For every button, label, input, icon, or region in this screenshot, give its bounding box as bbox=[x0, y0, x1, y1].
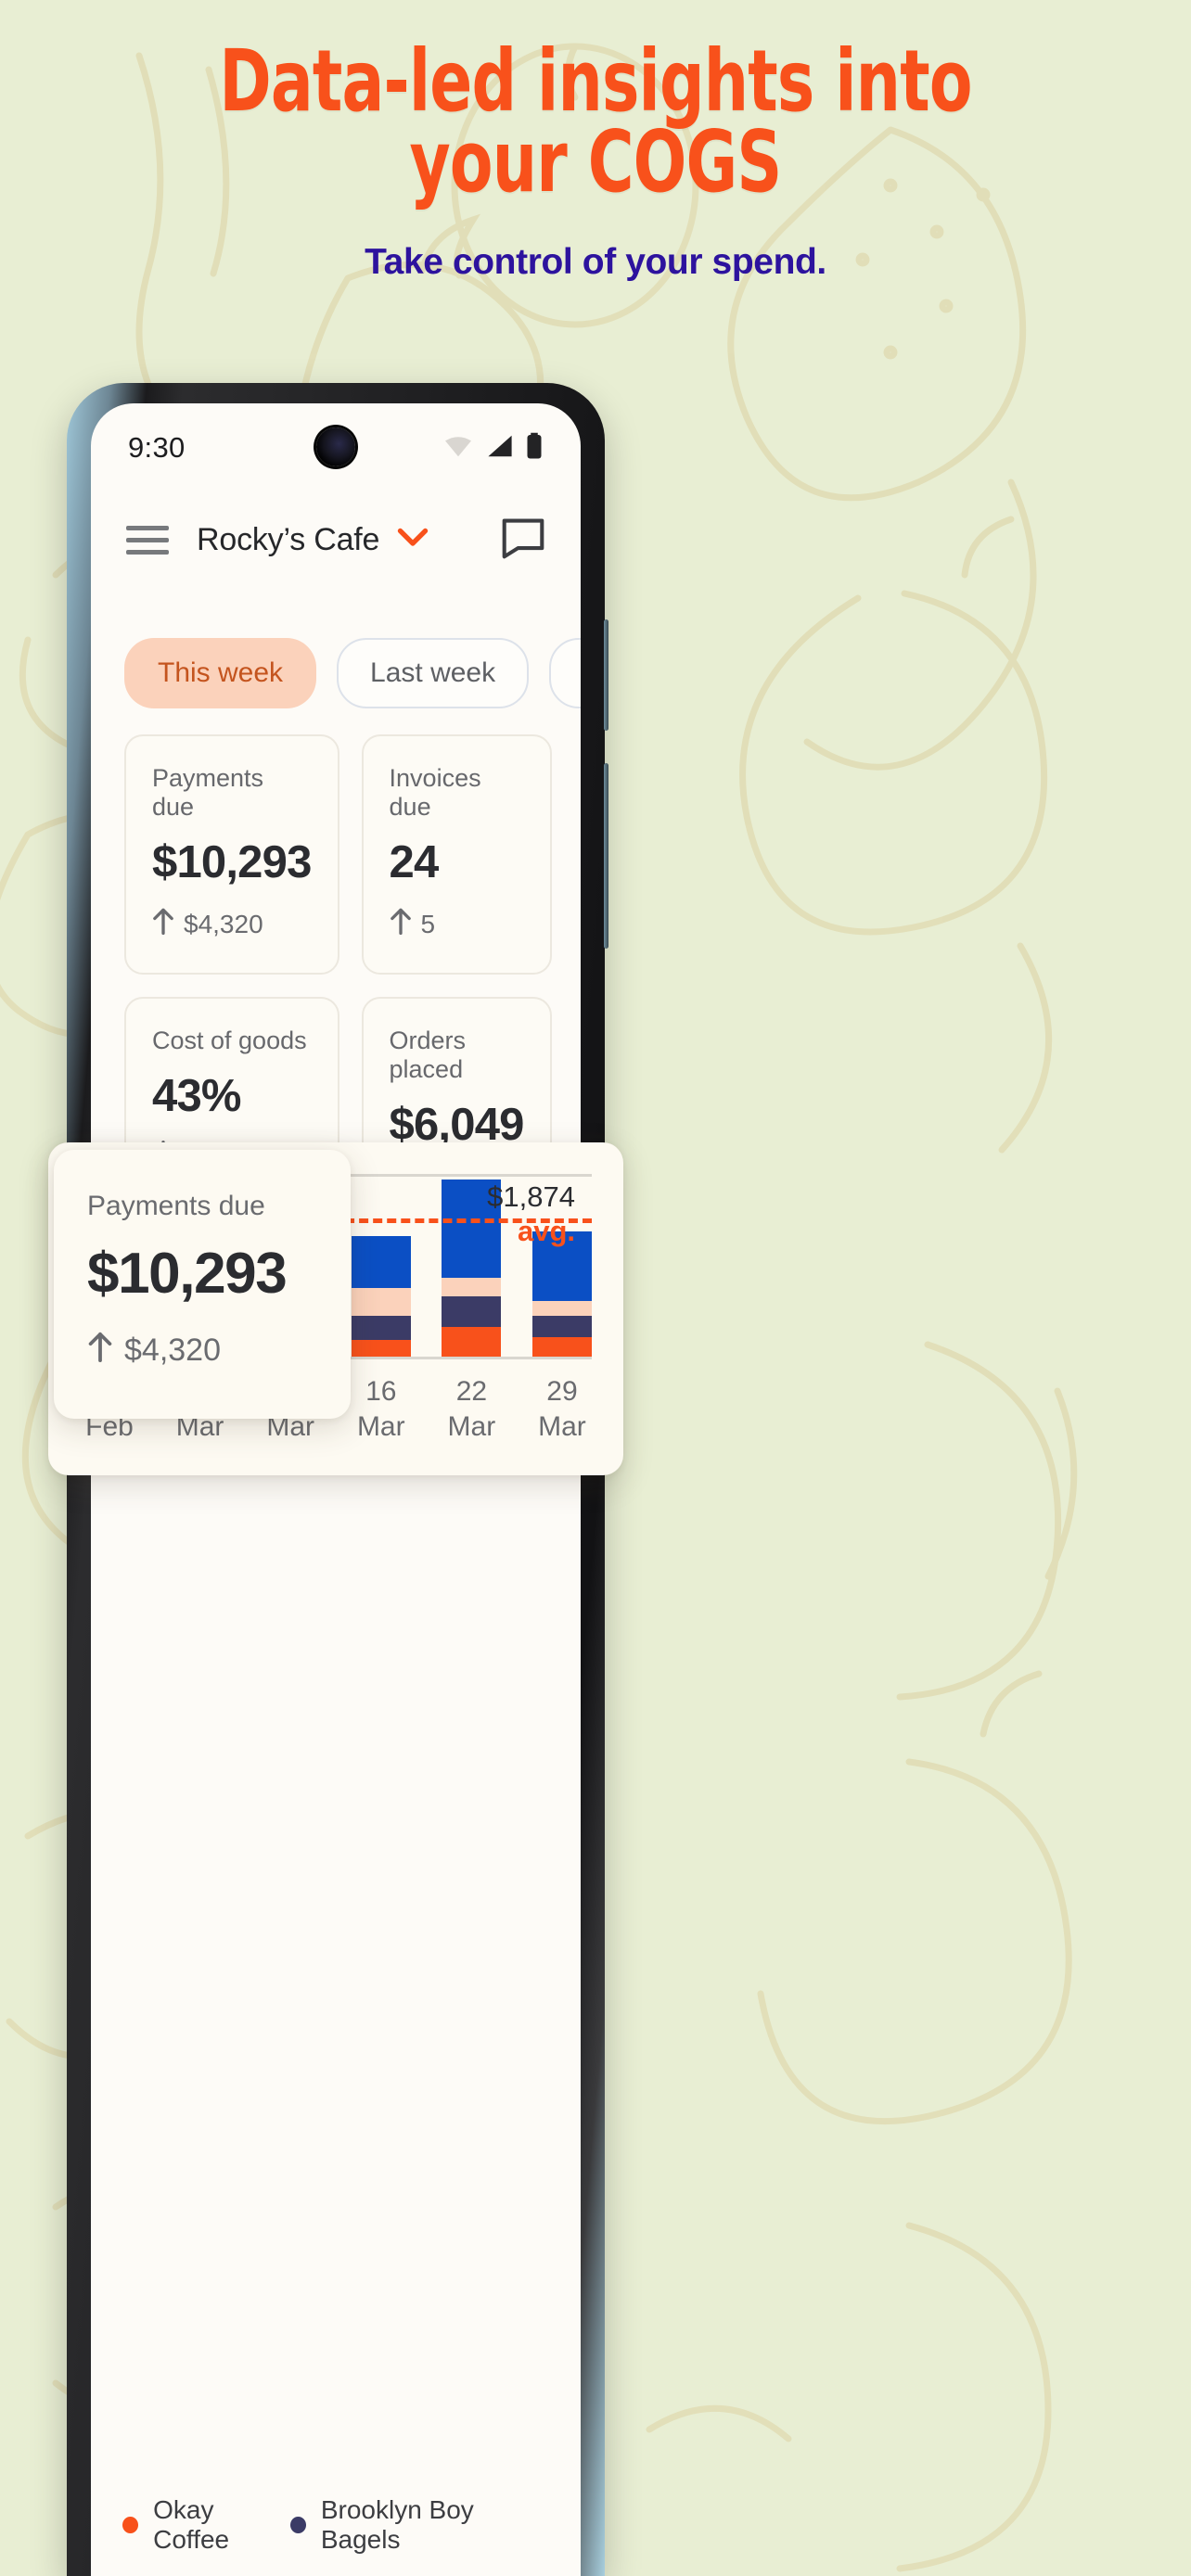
chart-bar[interactable] bbox=[351, 1236, 411, 1357]
chart-x-label: 16 Mar bbox=[352, 1374, 411, 1444]
chart-bar-segment bbox=[442, 1326, 502, 1357]
metric-label: Payments due bbox=[152, 764, 264, 821]
metric-label: Orders placed bbox=[389, 1027, 467, 1083]
metric-delta: 5 bbox=[390, 907, 524, 941]
floating-payments-due-card[interactable]: Payments due $10,293 $4,320 bbox=[54, 1150, 351, 1419]
app-bar: Rocky’s Cafe bbox=[91, 492, 581, 582]
cellular-signal-icon bbox=[485, 433, 515, 464]
chart-bar-segment bbox=[351, 1339, 411, 1357]
chart-average-label: $1,874 avg. bbox=[487, 1180, 575, 1248]
chart-x-label-day: 22 bbox=[455, 1376, 488, 1407]
metric-delta: $4,320 bbox=[152, 907, 312, 941]
arrow-up-icon bbox=[87, 1331, 113, 1371]
page-subtitle: Take control of your spend. bbox=[365, 241, 826, 282]
payments-due-delta-value: $4,320 bbox=[124, 1333, 221, 1368]
payments-due-label: Payments due bbox=[87, 1191, 265, 1221]
chart-bar-segment bbox=[351, 1316, 411, 1340]
chart-legend: Okay Coffee Brooklyn Boy Bagels bbox=[91, 2474, 581, 2576]
chart-bar[interactable] bbox=[531, 1231, 592, 1357]
chip-last-week[interactable]: Last week bbox=[337, 638, 530, 708]
chart-x-label-month: Mar bbox=[538, 1410, 586, 1442]
legend-item-okay-coffee[interactable]: Okay Coffee bbox=[122, 2495, 290, 2555]
metric-value: 24 bbox=[389, 837, 440, 887]
legend-label: Okay Coffee bbox=[153, 2495, 230, 2554]
phone-mockup: 9:30 Rocky’s Cafe This week Last week Pa… bbox=[67, 383, 608, 2576]
legend-item-brooklyn-boy-bagels[interactable]: Brooklyn Boy Bagels bbox=[289, 2495, 549, 2555]
chart-x-label-month: Mar bbox=[356, 1410, 405, 1442]
hamburger-menu-icon[interactable] bbox=[126, 526, 169, 555]
average-amount: $1,874 bbox=[487, 1180, 575, 1213]
payments-due-value: $10,293 bbox=[87, 1242, 288, 1306]
phone-power-button[interactable] bbox=[604, 763, 608, 949]
metric-label: Cost of goods bbox=[152, 1027, 307, 1054]
chart-bar-segment bbox=[351, 1288, 411, 1317]
front-camera bbox=[316, 427, 355, 466]
average-text: avg. bbox=[517, 1215, 575, 1248]
metric-delta-value: $4,320 bbox=[184, 909, 263, 938]
metric-card-invoices-due[interactable]: Invoices due 24 5 bbox=[361, 734, 552, 975]
chip-this-week[interactable]: This week bbox=[124, 638, 317, 708]
chart-x-label-month: Mar bbox=[447, 1410, 496, 1442]
battery-icon bbox=[525, 432, 544, 465]
arrow-up-icon bbox=[152, 907, 174, 941]
chat-bubble-icon[interactable] bbox=[501, 516, 545, 564]
page-title-line-2: your COGS bbox=[409, 112, 782, 212]
metric-card-payments-due[interactable]: Payments due $10,293 $4,320 bbox=[124, 734, 339, 975]
chip-last-fortnight[interactable]: Last fortnight bbox=[549, 638, 581, 708]
legend-label: Brooklyn Boy Bagels bbox=[320, 2495, 474, 2554]
chart-x-label-day: 29 bbox=[546, 1376, 578, 1407]
chevron-down-icon[interactable] bbox=[396, 527, 429, 554]
timeframe-filter-chips: This week Last week Last fortnight T bbox=[91, 582, 581, 708]
metric-value: $10,293 bbox=[152, 837, 312, 887]
arrow-up-icon bbox=[390, 907, 412, 941]
chart-x-label-day: 16 bbox=[365, 1376, 397, 1407]
wifi-icon bbox=[442, 433, 475, 464]
chart-bar-segment bbox=[351, 1236, 411, 1289]
chart-bar-segment bbox=[531, 1316, 592, 1338]
chart-bar-segment bbox=[531, 1337, 592, 1357]
phone-volume-button[interactable] bbox=[604, 619, 608, 731]
status-bar: 9:30 bbox=[91, 403, 581, 492]
chart-bar-segment bbox=[531, 1301, 592, 1317]
hero-section: Data-led insights into your COGS Take co… bbox=[0, 0, 1191, 283]
phone-screen: 9:30 Rocky’s Cafe This week Last week Pa… bbox=[91, 403, 581, 2576]
metric-value: 43% bbox=[152, 1071, 241, 1121]
page-title-line-1: Data-led insights into bbox=[219, 32, 972, 131]
chart-x-label: 22 Mar bbox=[442, 1374, 501, 1444]
payments-due-delta: $4,320 bbox=[87, 1331, 317, 1371]
chart-x-label: 29 Mar bbox=[532, 1374, 592, 1444]
legend-dot bbox=[289, 2517, 306, 2533]
legend-dot bbox=[122, 2517, 139, 2533]
page-title: Data-led insights into your COGS bbox=[108, 0, 1084, 212]
metric-delta-value: 5 bbox=[420, 909, 436, 938]
chart-bar-segment bbox=[442, 1278, 502, 1296]
shop-name-label: Rocky’s Cafe bbox=[197, 522, 380, 557]
metric-label: Invoices due bbox=[389, 764, 481, 821]
status-bar-time: 9:30 bbox=[128, 431, 186, 464]
chart-bar-segment bbox=[442, 1295, 502, 1327]
